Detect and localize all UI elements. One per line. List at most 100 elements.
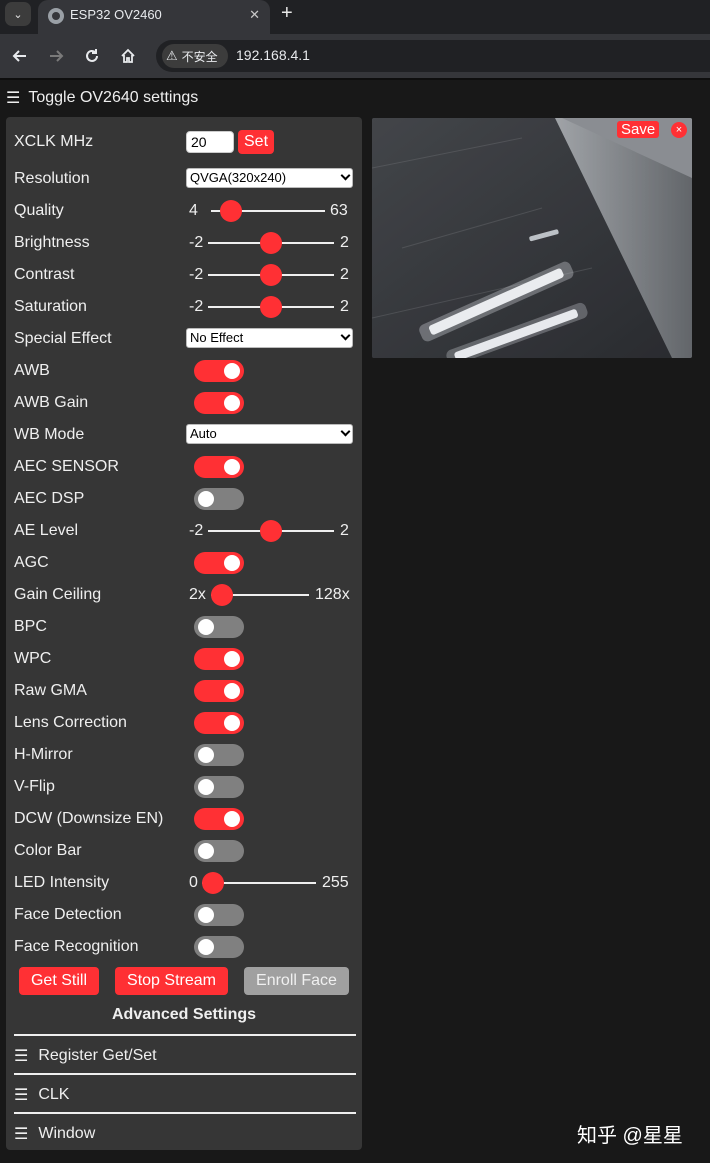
awb-row: AWB: [14, 358, 354, 384]
address-bar[interactable]: ⚠ 不安全 192.168.4.1: [156, 40, 710, 72]
browser-tab[interactable]: ESP32 OV2460 ✕: [38, 0, 270, 34]
section-clk[interactable]: ☰ CLK: [14, 1085, 69, 1105]
bpc-label: BPC: [14, 618, 47, 635]
back-arrow-icon[interactable]: [8, 44, 32, 68]
agc-toggle[interactable]: [194, 552, 244, 574]
saturation-min-label: -2: [189, 298, 204, 315]
chrome-divider: [0, 78, 710, 80]
aec-sensor-toggle[interactable]: [194, 456, 244, 478]
awb-toggle[interactable]: [194, 360, 244, 382]
url-text[interactable]: 192.168.4.1: [236, 47, 310, 63]
face-recognition-toggle[interactable]: [194, 936, 244, 958]
v-flip-toggle[interactable]: [194, 776, 244, 798]
resolution-select[interactable]: QVGA(320x240): [186, 168, 353, 188]
h-mirror-toggle[interactable]: [194, 744, 244, 766]
v-flip-row: V-Flip: [14, 774, 354, 800]
led-intensity-row: LED Intensity 0 255: [14, 870, 354, 896]
aec-dsp-label: AEC DSP: [14, 490, 85, 507]
led-intensity-min-label: 0: [189, 874, 198, 891]
aec-sensor-label: AEC SENSOR: [14, 458, 119, 475]
xclk-label: XCLK MHz: [14, 133, 94, 150]
lens-correction-label: Lens Correction: [14, 714, 127, 731]
resolution-row: Resolution QVGA(320x240): [14, 166, 354, 192]
h-mirror-row: H-Mirror: [14, 742, 354, 768]
raw-gma-row: Raw GMA: [14, 678, 354, 704]
section-register-get-set[interactable]: ☰ Register Get/Set: [14, 1046, 157, 1066]
gain-ceiling-min-label: 2x: [189, 586, 206, 603]
toggle-knob: [224, 555, 240, 571]
home-icon[interactable]: [116, 44, 140, 68]
saturation-slider-thumb[interactable]: [260, 296, 282, 318]
toggle-settings-label: Toggle OV2640 settings: [28, 89, 199, 106]
warning-icon: ⚠: [166, 48, 178, 63]
face-detection-toggle[interactable]: [194, 904, 244, 926]
toggle-knob: [198, 779, 214, 795]
dcw-toggle[interactable]: [194, 808, 244, 830]
ae-level-row: AE Level -2 2: [14, 518, 354, 544]
toggle-knob: [198, 747, 214, 763]
toggle-knob: [224, 683, 240, 699]
awb-gain-toggle[interactable]: [194, 392, 244, 414]
enroll-face-button[interactable]: Enroll Face: [244, 967, 349, 995]
brightness-max-label: 2: [340, 234, 349, 251]
wpc-toggle[interactable]: [194, 648, 244, 670]
aec-sensor-row: AEC SENSOR: [14, 454, 354, 480]
save-still-button[interactable]: Save: [617, 121, 660, 138]
toggle-settings-link[interactable]: ☰ Toggle OV2640 settings: [6, 88, 198, 108]
face-recognition-row: Face Recognition: [14, 934, 354, 960]
color-bar-row: Color Bar: [14, 838, 354, 864]
special-effect-select[interactable]: No Effect: [186, 328, 353, 348]
bpc-toggle[interactable]: [194, 616, 244, 638]
contrast-slider-thumb[interactable]: [260, 264, 282, 286]
saturation-max-label: 2: [340, 298, 349, 315]
led-intensity-max-label: 255: [322, 874, 349, 891]
section-label: CLK: [38, 1086, 70, 1103]
face-recognition-label: Face Recognition: [14, 938, 139, 955]
wb-mode-value: Auto: [190, 426, 217, 441]
ae-level-slider-thumb[interactable]: [260, 520, 282, 542]
lens-correction-toggle[interactable]: [194, 712, 244, 734]
brightness-slider-thumb[interactable]: [260, 232, 282, 254]
xclk-set-button[interactable]: Set: [238, 130, 275, 154]
xclk-input[interactable]: 20: [186, 131, 234, 153]
aec-dsp-toggle[interactable]: [194, 488, 244, 510]
section-window[interactable]: ☰ Window: [14, 1124, 95, 1144]
security-chip[interactable]: ⚠ 不安全: [162, 44, 228, 68]
gain-ceiling-label: Gain Ceiling: [14, 586, 102, 603]
tab-close-icon[interactable]: ✕: [249, 7, 260, 23]
resolution-label: Resolution: [14, 170, 90, 187]
quality-label: Quality: [14, 202, 64, 219]
awb-label: AWB: [14, 362, 50, 379]
special-effect-value: No Effect: [190, 330, 244, 345]
chevron-down-icon: [340, 330, 351, 341]
brightness-label: Brightness: [14, 234, 90, 251]
forward-arrow-icon[interactable]: [44, 44, 68, 68]
reload-icon[interactable]: [80, 44, 104, 68]
wb-mode-select[interactable]: Auto: [186, 424, 353, 444]
contrast-label: Contrast: [14, 266, 75, 283]
divider: [14, 1034, 356, 1036]
section-label: Register Get/Set: [38, 1047, 157, 1064]
agc-row: AGC: [14, 550, 354, 576]
new-tab-icon[interactable]: +: [281, 2, 293, 25]
agc-label: AGC: [14, 554, 49, 571]
quality-slider-thumb[interactable]: [220, 200, 243, 222]
brightness-min-label: -2: [189, 234, 204, 251]
raw-gma-toggle[interactable]: [194, 680, 244, 702]
gain-ceiling-slider-thumb[interactable]: [211, 584, 233, 606]
hamburger-icon: ☰: [6, 90, 21, 107]
toggle-knob: [198, 907, 214, 923]
advanced-settings-title: Advanced Settings: [111, 1006, 257, 1023]
aec-dsp-row: AEC DSP: [14, 486, 354, 512]
h-mirror-label: H-Mirror: [14, 746, 73, 763]
dcw-row: DCW (Downsize EN): [14, 806, 354, 832]
resolution-value: QVGA(320x240): [190, 170, 287, 185]
stop-stream-button[interactable]: Stop Stream: [115, 967, 228, 995]
led-intensity-slider-thumb[interactable]: [202, 872, 224, 894]
get-still-button[interactable]: Get Still: [19, 967, 99, 995]
toggle-knob: [198, 843, 214, 859]
color-bar-toggle[interactable]: [194, 840, 244, 862]
close-icon[interactable]: ×: [671, 122, 687, 138]
tab-search-chevron-icon[interactable]: ⌄: [5, 2, 31, 26]
browser-tab-strip: ⌄ ESP32 OV2460 ✕ +: [0, 0, 710, 34]
